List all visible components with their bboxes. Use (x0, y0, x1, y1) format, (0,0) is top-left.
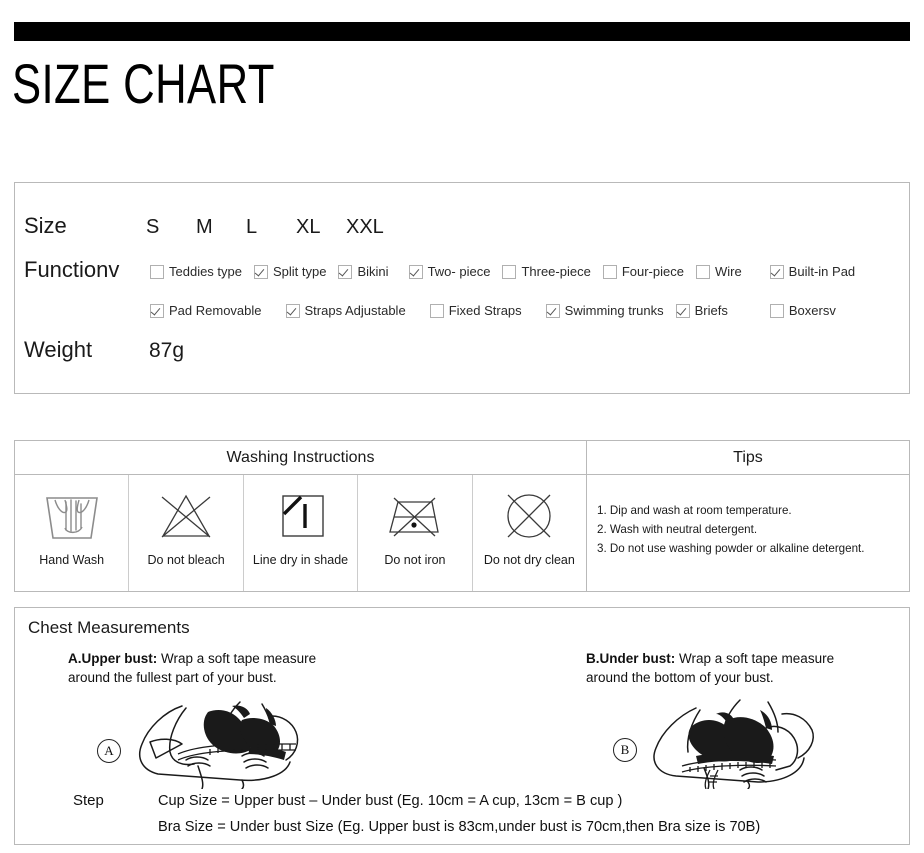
wash-caption: Hand Wash (39, 553, 105, 567)
wash-caption: Do not dry clean (483, 553, 575, 567)
function-checkbox-item[interactable]: Built-in Pad (769, 264, 857, 280)
marker-a: A (97, 739, 121, 763)
weight-value: 87g (149, 339, 185, 362)
upper-bust-illustration (90, 694, 390, 790)
checkbox-checked-icon[interactable] (769, 265, 784, 279)
measure-b-line2: around the bottom of your bust. (586, 670, 774, 685)
function-checkbox-label: Fixed Straps (448, 303, 522, 318)
checkbox-checked-icon[interactable] (545, 304, 560, 318)
function-checkbox-label: Split type (273, 264, 327, 279)
size-value: M (196, 216, 213, 238)
checkbox-unchecked-icon[interactable] (602, 265, 617, 279)
checkbox-checked-icon[interactable] (254, 265, 268, 279)
wash-cell-hand-wash: Hand Wash (15, 475, 130, 591)
function-checkbox-label: Bikini (357, 264, 389, 279)
wash-caption: Do not iron (384, 553, 446, 567)
function-checkbox-item[interactable]: Straps Adjustable (285, 303, 408, 319)
function-checkbox-item[interactable]: Bikini (338, 264, 390, 280)
function-checkbox-item[interactable]: Pad Removable (150, 303, 264, 319)
checkbox-checked-icon[interactable] (150, 304, 164, 318)
wash-caption: Do not bleach (147, 553, 225, 567)
washing-symbols-row: Hand Wash Do not bleach Line dry in shad… (15, 475, 586, 591)
weight-row-label: Weight (24, 337, 93, 362)
checkbox-unchecked-icon[interactable] (429, 304, 444, 318)
checkbox-unchecked-icon[interactable] (769, 304, 784, 318)
function-checkbox-label: Swimming trunks (564, 303, 664, 318)
top-black-bar (14, 22, 910, 41)
function-checkbox-label: Four-piece (621, 264, 684, 279)
checkbox-unchecked-icon[interactable] (150, 265, 164, 279)
function-checkbox-item[interactable]: Three-piece (502, 264, 592, 280)
function-checkbox-label: Three-piece (521, 264, 591, 279)
function-checkbox-label: Pad Removable (169, 303, 262, 318)
checkbox-checked-icon[interactable] (285, 304, 300, 318)
function-checkbox-label: Straps Adjustable (304, 303, 406, 318)
size-value: XXL (346, 216, 384, 238)
tip-line: 2. Wash with neutral detergent. (597, 523, 758, 536)
wash-cell-line-dry-in-shade: Line dry in shade (244, 475, 359, 591)
function-checkbox-label: Briefs (694, 303, 728, 318)
wash-cell-do-not-bleach: Do not bleach (129, 475, 244, 591)
function-checkbox-item[interactable]: Four-piece (602, 264, 686, 280)
checkbox-unchecked-icon[interactable] (502, 265, 517, 279)
function-checkbox-item[interactable]: Two- piece (408, 264, 493, 280)
step-label: Step (73, 792, 104, 809)
function-checkbox-label: Two- piece (427, 264, 491, 279)
wash-caption: Line dry in shade (252, 553, 349, 567)
function-checkbox-label: Teddies type (169, 264, 242, 279)
checkbox-checked-icon[interactable] (408, 265, 423, 279)
tip-line: 3. Do not use washing powder or alkaline… (597, 542, 865, 555)
under-bust-illustration (600, 694, 900, 790)
checkbox-checked-icon[interactable] (338, 265, 353, 279)
function-checkbox-row-2: Pad Removable Straps Adjustable Fixed Stra… (150, 303, 838, 319)
chest-measurements-title: Chest Measurements (28, 618, 190, 637)
do-not-bleach-icon (155, 481, 217, 553)
function-checkbox-row-1: Teddies type Split type Bikini Two- piece Th… (150, 264, 857, 280)
function-row-label: Functionv (24, 257, 120, 282)
wash-cell-do-not-dry-clean: Do not dry clean (473, 475, 586, 591)
wash-cell-do-not-iron: Do not iron (358, 475, 473, 591)
do-not-iron-icon (382, 481, 448, 553)
size-value: XL (296, 216, 321, 238)
size-value: L (246, 216, 258, 238)
marker-b: B (613, 738, 637, 762)
measure-a-line1: Wrap a soft tape measure (157, 651, 317, 666)
checkbox-unchecked-icon[interactable] (695, 265, 710, 279)
do-not-dry-clean-icon (498, 481, 560, 553)
measure-instruction-b: B.Under bust: Wrap a soft tape measure a… (586, 649, 916, 687)
tip-line: 1. Dip and wash at room temperature. (597, 504, 792, 517)
line-dry-in-shade-icon (270, 481, 332, 553)
washing-instructions-panel: Washing Instructions Tips Hand Wash Do n… (14, 440, 910, 592)
checkbox-checked-icon[interactable] (675, 304, 690, 318)
washing-instructions-heading: Washing Instructions (15, 441, 586, 475)
page-title: SIZE CHART (12, 52, 275, 115)
function-checkbox-item[interactable]: Briefs (675, 303, 730, 319)
function-checkbox-item[interactable]: Boxersv (769, 303, 838, 319)
size-row-label: Size (24, 213, 67, 238)
hand-wash-icon (41, 481, 103, 553)
measure-b-line1: Wrap a soft tape measure (675, 651, 835, 666)
tips-list: 1. Dip and wash at room temperature. 2. W… (586, 475, 909, 591)
size-values-list: S M L XL XXL (146, 214, 396, 240)
size-value: S (146, 216, 160, 238)
function-checkbox-label: Boxersv (788, 303, 836, 318)
measure-a-bold: A.Upper bust: (68, 651, 158, 666)
function-checkbox-label: Wire (714, 264, 742, 279)
measure-b-bold: B.Under bust: (586, 651, 676, 666)
measure-a-line2: around the fullest part of your bust. (68, 670, 277, 685)
measure-instruction-a: A.Upper bust: Wrap a soft tape measure a… (68, 649, 398, 687)
function-checkbox-label: Built-in Pad (788, 264, 856, 279)
tips-heading: Tips (586, 441, 909, 475)
function-checkbox-item[interactable]: Teddies type (150, 264, 244, 280)
step-formula-bra-size: Bra Size = Under bust Size (Eg. Upper bu… (158, 819, 761, 835)
function-checkbox-item[interactable]: Fixed Straps (429, 303, 524, 319)
function-checkbox-item[interactable]: Split type (254, 264, 328, 280)
function-checkbox-item[interactable]: Swimming trunks (545, 303, 666, 319)
function-checkbox-item[interactable]: Wire (695, 264, 744, 280)
step-formula-cup-size: Cup Size = Upper bust – Under bust (Eg. … (158, 793, 623, 809)
